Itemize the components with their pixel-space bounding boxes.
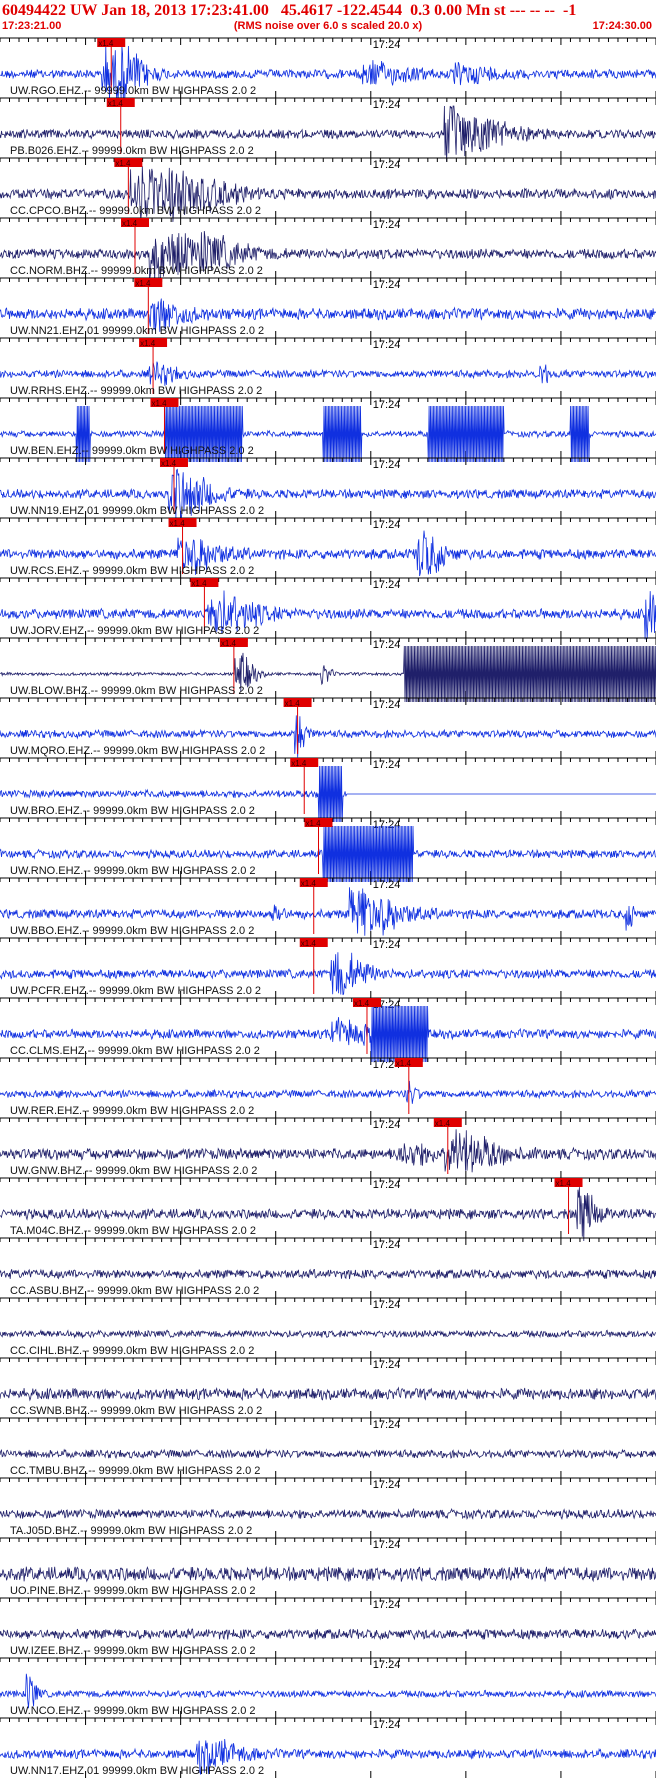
channel-label: UW.BRO.EHZ.-- 99999.0km BW HIGHPASS 2.0 … [10, 805, 255, 817]
minute-label: 17:24 [373, 639, 401, 651]
channel-label: TA.M04C.BHZ.-- 99999.0km BW HIGHPASS 2.0… [10, 1225, 256, 1237]
channel-label: TA.J05D.BHZ.-- 99999.0km BW HIGHPASS 2.0… [10, 1525, 252, 1537]
pick-label: x1.4 [291, 759, 307, 768]
waveform-trace [0, 1080, 656, 1104]
channel-label: UW.RER.EHZ.-- 99999.0km BW HIGHPASS 2.0 … [10, 1105, 254, 1117]
pick-label: x1.4 [396, 1059, 412, 1068]
waveform-trace [0, 1329, 656, 1339]
channel-label: UW.BLOW.BHZ.-- 99999.0km BW HIGHPASS 2.0… [10, 685, 263, 697]
channel-label: UW.MQRO.EHZ.-- 99999.0km BW HIGHPASS 2.0… [10, 745, 265, 757]
minute-label: 17:24 [373, 1419, 401, 1431]
pick-label: x1.4 [140, 339, 156, 348]
channel-label: UW.BBO.EHZ.-- 99999.0km BW HIGHPASS 2.0 … [10, 925, 254, 937]
waveform-trace [0, 361, 656, 386]
minute-label: 17:24 [373, 39, 401, 51]
waveform-trace [0, 1507, 656, 1521]
channel-label: UW.NCO.EHZ.-- 99999.0km BW HIGHPASS 2.0 … [10, 1705, 256, 1717]
minute-label: 17:24 [373, 1659, 401, 1671]
pick-label: x1.4 [161, 459, 177, 468]
minute-label: 17:24 [373, 1719, 401, 1731]
pick-label: x1.4 [305, 819, 321, 828]
pick-label: x1.4 [170, 519, 186, 528]
minute-label: 17:24 [373, 1179, 401, 1191]
channel-label: CC.CPCO.BHZ.-- 99999.0km BW HIGHPASS 2.0… [10, 205, 261, 217]
pick-label: x1.4 [151, 399, 167, 408]
channel-label: CC.ASBU.BHZ.-- 99999.0km BW HIGHPASS 2.0… [10, 1285, 259, 1297]
channel-label: PB.B026.EHZ.-- 99999.0km BW HIGHPASS 2.0… [10, 145, 254, 157]
channel-label: UW.RCS.EHZ.-- 99999.0km BW HIGHPASS 2.0 … [10, 565, 254, 577]
channel-label: UW.BEN.EHZ.-- 99999.0km BW HIGHPASS 2.0 … [10, 445, 254, 457]
pick-label: x1.4 [354, 999, 370, 1008]
minute-label: 17:24 [373, 579, 401, 591]
waveform-trace [0, 1628, 656, 1641]
channel-label: UW.IZEE.BHZ.-- 99999.0km BW HIGHPASS 2.0… [10, 1645, 256, 1657]
pick-label: x1.4 [301, 939, 317, 948]
channel-label: CC.CIHL.BHZ.-- 99999.0km BW HIGHPASS 2.0… [10, 1345, 254, 1357]
channel-label: CC.SWNB.BHZ.-- 99999.0km BW HIGHPASS 2.0… [10, 1405, 262, 1417]
waveform-trace [0, 1448, 656, 1460]
channel-label: UW.RNO.EHZ.-- 99999.0km BW HIGHPASS 2.0 … [10, 865, 256, 877]
minute-label: 17:24 [373, 1239, 401, 1251]
pick-label: x1.4 [285, 699, 301, 708]
minute-label: 17:24 [373, 99, 401, 111]
pick-label: x1.4 [435, 1119, 451, 1128]
channel-label: UW.PCFR.EHZ.-- 99999.0km BW HIGHPASS 2.0… [10, 985, 261, 997]
pick-label: x1.4 [108, 99, 124, 108]
waveform-trace [0, 1565, 656, 1583]
pick-label: x1.4 [556, 1179, 572, 1188]
waveform-trace [0, 1268, 656, 1281]
minute-label: 17:24 [373, 519, 401, 531]
minute-label: 17:24 [373, 1299, 401, 1311]
minute-label: 17:24 [373, 339, 401, 351]
pick-label: x1.4 [115, 159, 131, 168]
minute-label: 17:24 [373, 939, 401, 951]
channel-label: UW.NN17.EHZ.01 99999.0km BW HIGHPASS 2.0… [10, 1765, 264, 1777]
channel-label: CC.TMBU.BHZ.-- 99999.0km BW HIGHPASS 2.0… [10, 1465, 260, 1477]
channel-label: UW.NN21.EHZ.01 99999.0km BW HIGHPASS 2.0… [10, 325, 264, 337]
channel-label: UW.NN19.EHZ.01 99999.0km BW HIGHPASS 2.0… [10, 505, 264, 517]
pick-label: x1.4 [122, 219, 138, 228]
minute-label: 17:24 [373, 159, 401, 171]
minute-label: 17:24 [373, 1119, 401, 1131]
minute-label: 17:24 [373, 1479, 401, 1491]
minute-label: 17:24 [373, 1359, 401, 1371]
minute-label: 17:24 [373, 699, 401, 711]
channel-label: CC.NORM.BHZ.-- 99999.0km BW HIGHPASS 2.0… [10, 265, 263, 277]
minute-label: 17:24 [373, 459, 401, 471]
pick-label: x1.4 [301, 879, 317, 888]
minute-label: 17:24 [373, 279, 401, 291]
channel-label: CC.CLMS.EHZ.-- 99999.0km BW HIGHPASS 2.0… [10, 1045, 260, 1057]
pick-label: x1.4 [98, 39, 114, 48]
minute-label: 17:24 [373, 399, 401, 411]
minute-label: 17:24 [373, 759, 401, 771]
pick-label: x1.4 [191, 579, 207, 588]
pick-label: x1.4 [135, 279, 151, 288]
minute-label: 17:24 [373, 879, 401, 891]
channel-label: UW.GNW.BHZ.-- 99999.0km BW HIGHPASS 2.0 … [10, 1165, 257, 1177]
waveform-trace [0, 1673, 656, 1709]
minute-label: 17:24 [373, 1539, 401, 1551]
channel-label: UW.JORV.EHZ.-- 99999.0km BW HIGHPASS 2.0… [10, 625, 259, 637]
channel-label: UW.RGO.EHZ.-- 99999.0km BW HIGHPASS 2.0 … [10, 85, 256, 97]
waveform-trace [0, 1386, 656, 1402]
seismogram-plot: 17:24 x1.4 UW.RGO.EHZ.-- 99999.0km BW HIGH… [0, 37, 656, 1778]
channel-label: UW.RRHS.EHZ.-- 99999.0km BW HIGHPASS 2.0… [10, 385, 262, 397]
pick-label: x1.4 [221, 639, 237, 648]
channel-label: UO.PINE.BHZ.-- 99999.0km BW HIGHPASS 2.0… [10, 1585, 256, 1597]
minute-label: 17:24 [373, 219, 401, 231]
minute-label: 17:24 [373, 1599, 401, 1611]
